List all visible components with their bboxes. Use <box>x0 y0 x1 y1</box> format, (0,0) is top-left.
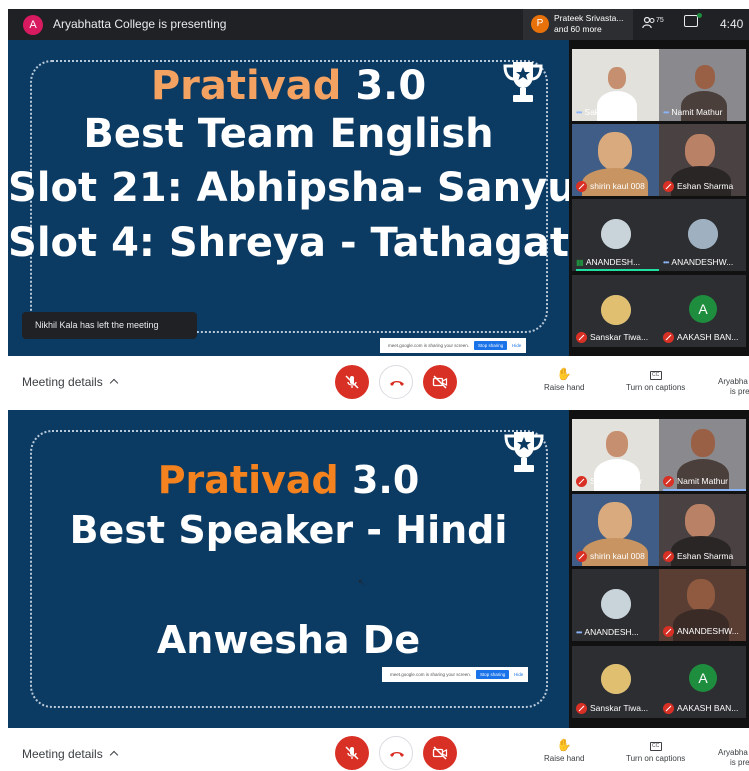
shared-slide-2: Prativad 3.0 Best Speaker - Hindi Anwesh… <box>8 410 569 728</box>
presenter-avatar: A <box>23 15 43 35</box>
left-meeting-toast: Nikhil Kala has left the meeting <box>22 312 197 339</box>
captions-icon: CC <box>649 742 662 751</box>
meeting-details-button[interactable]: Meeting details <box>22 375 118 389</box>
slide-heading: Prativad 3.0 <box>150 63 427 109</box>
participant-tile[interactable]: shirin kaul 008 <box>572 124 659 196</box>
chat-notification-dot <box>697 13 702 18</box>
shared-slide-1: Prativad 3.0 Best Team English Slot 21: … <box>8 40 603 356</box>
participant-tile[interactable]: ••• ANANDESH... <box>572 569 659 641</box>
participant-tile[interactable]: Sanskar Tiwa... <box>572 646 659 718</box>
presenting-bar: A Aryabhatta College is presenting P Pra… <box>8 9 749 40</box>
participant-grid-2: Saklen Akhtar Namit Mathur shirin kaul 0… <box>569 410 749 728</box>
participant-avatar: A <box>689 295 717 323</box>
captions-button[interactable]: CC Turn on captions <box>626 369 685 392</box>
participant-tile[interactable]: Namit Mathur <box>659 419 746 491</box>
meeting-controls-1: Meeting details ✋ Raise hand CC Turn on ca… <box>8 356 749 408</box>
participant-avatar: A <box>689 664 717 692</box>
participant-tile[interactable]: Eshan Sharma <box>659 124 746 196</box>
slide-line-1: Best Team English <box>83 111 494 157</box>
stop-sharing-button[interactable]: Stop sharing <box>474 341 508 350</box>
hang-up-icon <box>390 752 404 757</box>
slide-line-2: Slot 21: Abhipsha- Sanyuk <box>8 165 603 211</box>
mouse-cursor-icon: ↖ <box>358 578 365 587</box>
hang-up-icon <box>390 381 404 386</box>
presenting-status[interactable]: Aryabha is pre <box>718 377 749 397</box>
camera-off-icon <box>432 746 448 760</box>
participant-tile[interactable]: Sanskar Tiwa... <box>572 275 659 347</box>
participant-tile[interactable]: ▮▮ ANANDESH... <box>572 199 659 271</box>
presenting-status[interactable]: Aryabha is pre <box>718 748 749 768</box>
participant-tile[interactable]: ••• ANANDESHW... <box>659 199 746 271</box>
mic-off-icon <box>345 375 359 389</box>
hide-share-bar-button[interactable]: Hide <box>514 672 523 677</box>
participant-tile[interactable]: Saklen Akhtar <box>572 419 659 491</box>
participant-grid-1: ••• Saklen Akhtar ••• Namit Mathur shirin … <box>569 40 749 356</box>
camera-off-button[interactable] <box>423 736 457 770</box>
participant-tile[interactable]: Eshan Sharma <box>659 494 746 566</box>
captions-icon: CC <box>649 371 662 380</box>
slide-line-2: Anwesha De <box>156 618 421 662</box>
meeting-controls-2: Meeting details ✋ Raise hand CC Turn on ca… <box>8 728 749 771</box>
hide-share-bar-button[interactable]: Hide <box>512 343 521 348</box>
leave-call-button[interactable] <box>379 736 413 770</box>
viewer-avatar: P <box>531 15 549 33</box>
participant-tile[interactable]: ANANDESHW... <box>659 569 746 641</box>
participant-tile[interactable]: shirin kaul 008 <box>572 494 659 566</box>
participant-tile[interactable]: ••• Saklen Akhtar <box>572 49 659 121</box>
slide-line-3: Slot 4: Shreya - Tathagat <box>8 220 569 266</box>
mic-off-icon <box>345 746 359 760</box>
screen-share-bar: meet.google.com is sharing your screen. … <box>380 338 526 353</box>
slide-heading: Prativad 3.0 <box>157 458 420 502</box>
participants-preview[interactable]: P Prateek Srivasta... and 60 more <box>523 9 633 40</box>
chat-icon[interactable] <box>684 15 698 27</box>
people-count: 75 <box>656 17 664 24</box>
leave-call-button[interactable] <box>379 365 413 399</box>
camera-off-button[interactable] <box>423 365 457 399</box>
stop-sharing-button[interactable]: Stop sharing <box>476 670 510 679</box>
presenting-label: Aryabhatta College is presenting <box>53 17 227 31</box>
viewer-names: Prateek Srivasta... and 60 more <box>554 13 624 34</box>
clock: 4:40 <box>720 17 744 31</box>
screen-share-bar: meet.google.com is sharing your screen. … <box>382 667 528 682</box>
raise-hand-button[interactable]: ✋ Raise hand <box>544 738 584 763</box>
hand-icon: ✋ <box>556 738 572 752</box>
raise-hand-button[interactable]: ✋ Raise hand <box>544 367 584 392</box>
chevron-up-icon <box>109 378 118 388</box>
participant-tile[interactable]: A AAKASH BAN... <box>659 646 746 718</box>
camera-off-icon <box>432 375 448 389</box>
participant-tile[interactable]: A AAKASH BAN... <box>659 275 746 347</box>
participant-tile[interactable]: ••• Namit Mathur <box>659 49 746 121</box>
mic-off-button[interactable] <box>335 365 369 399</box>
meeting-details-button[interactable]: Meeting details <box>22 747 118 761</box>
slide-line-1: Best Speaker - Hindi <box>69 508 508 552</box>
chevron-up-icon <box>109 750 118 760</box>
captions-button[interactable]: CC Turn on captions <box>626 740 685 763</box>
hand-icon: ✋ <box>556 367 572 381</box>
mic-off-button[interactable] <box>335 736 369 770</box>
people-icon[interactable]: 75 <box>642 16 664 32</box>
